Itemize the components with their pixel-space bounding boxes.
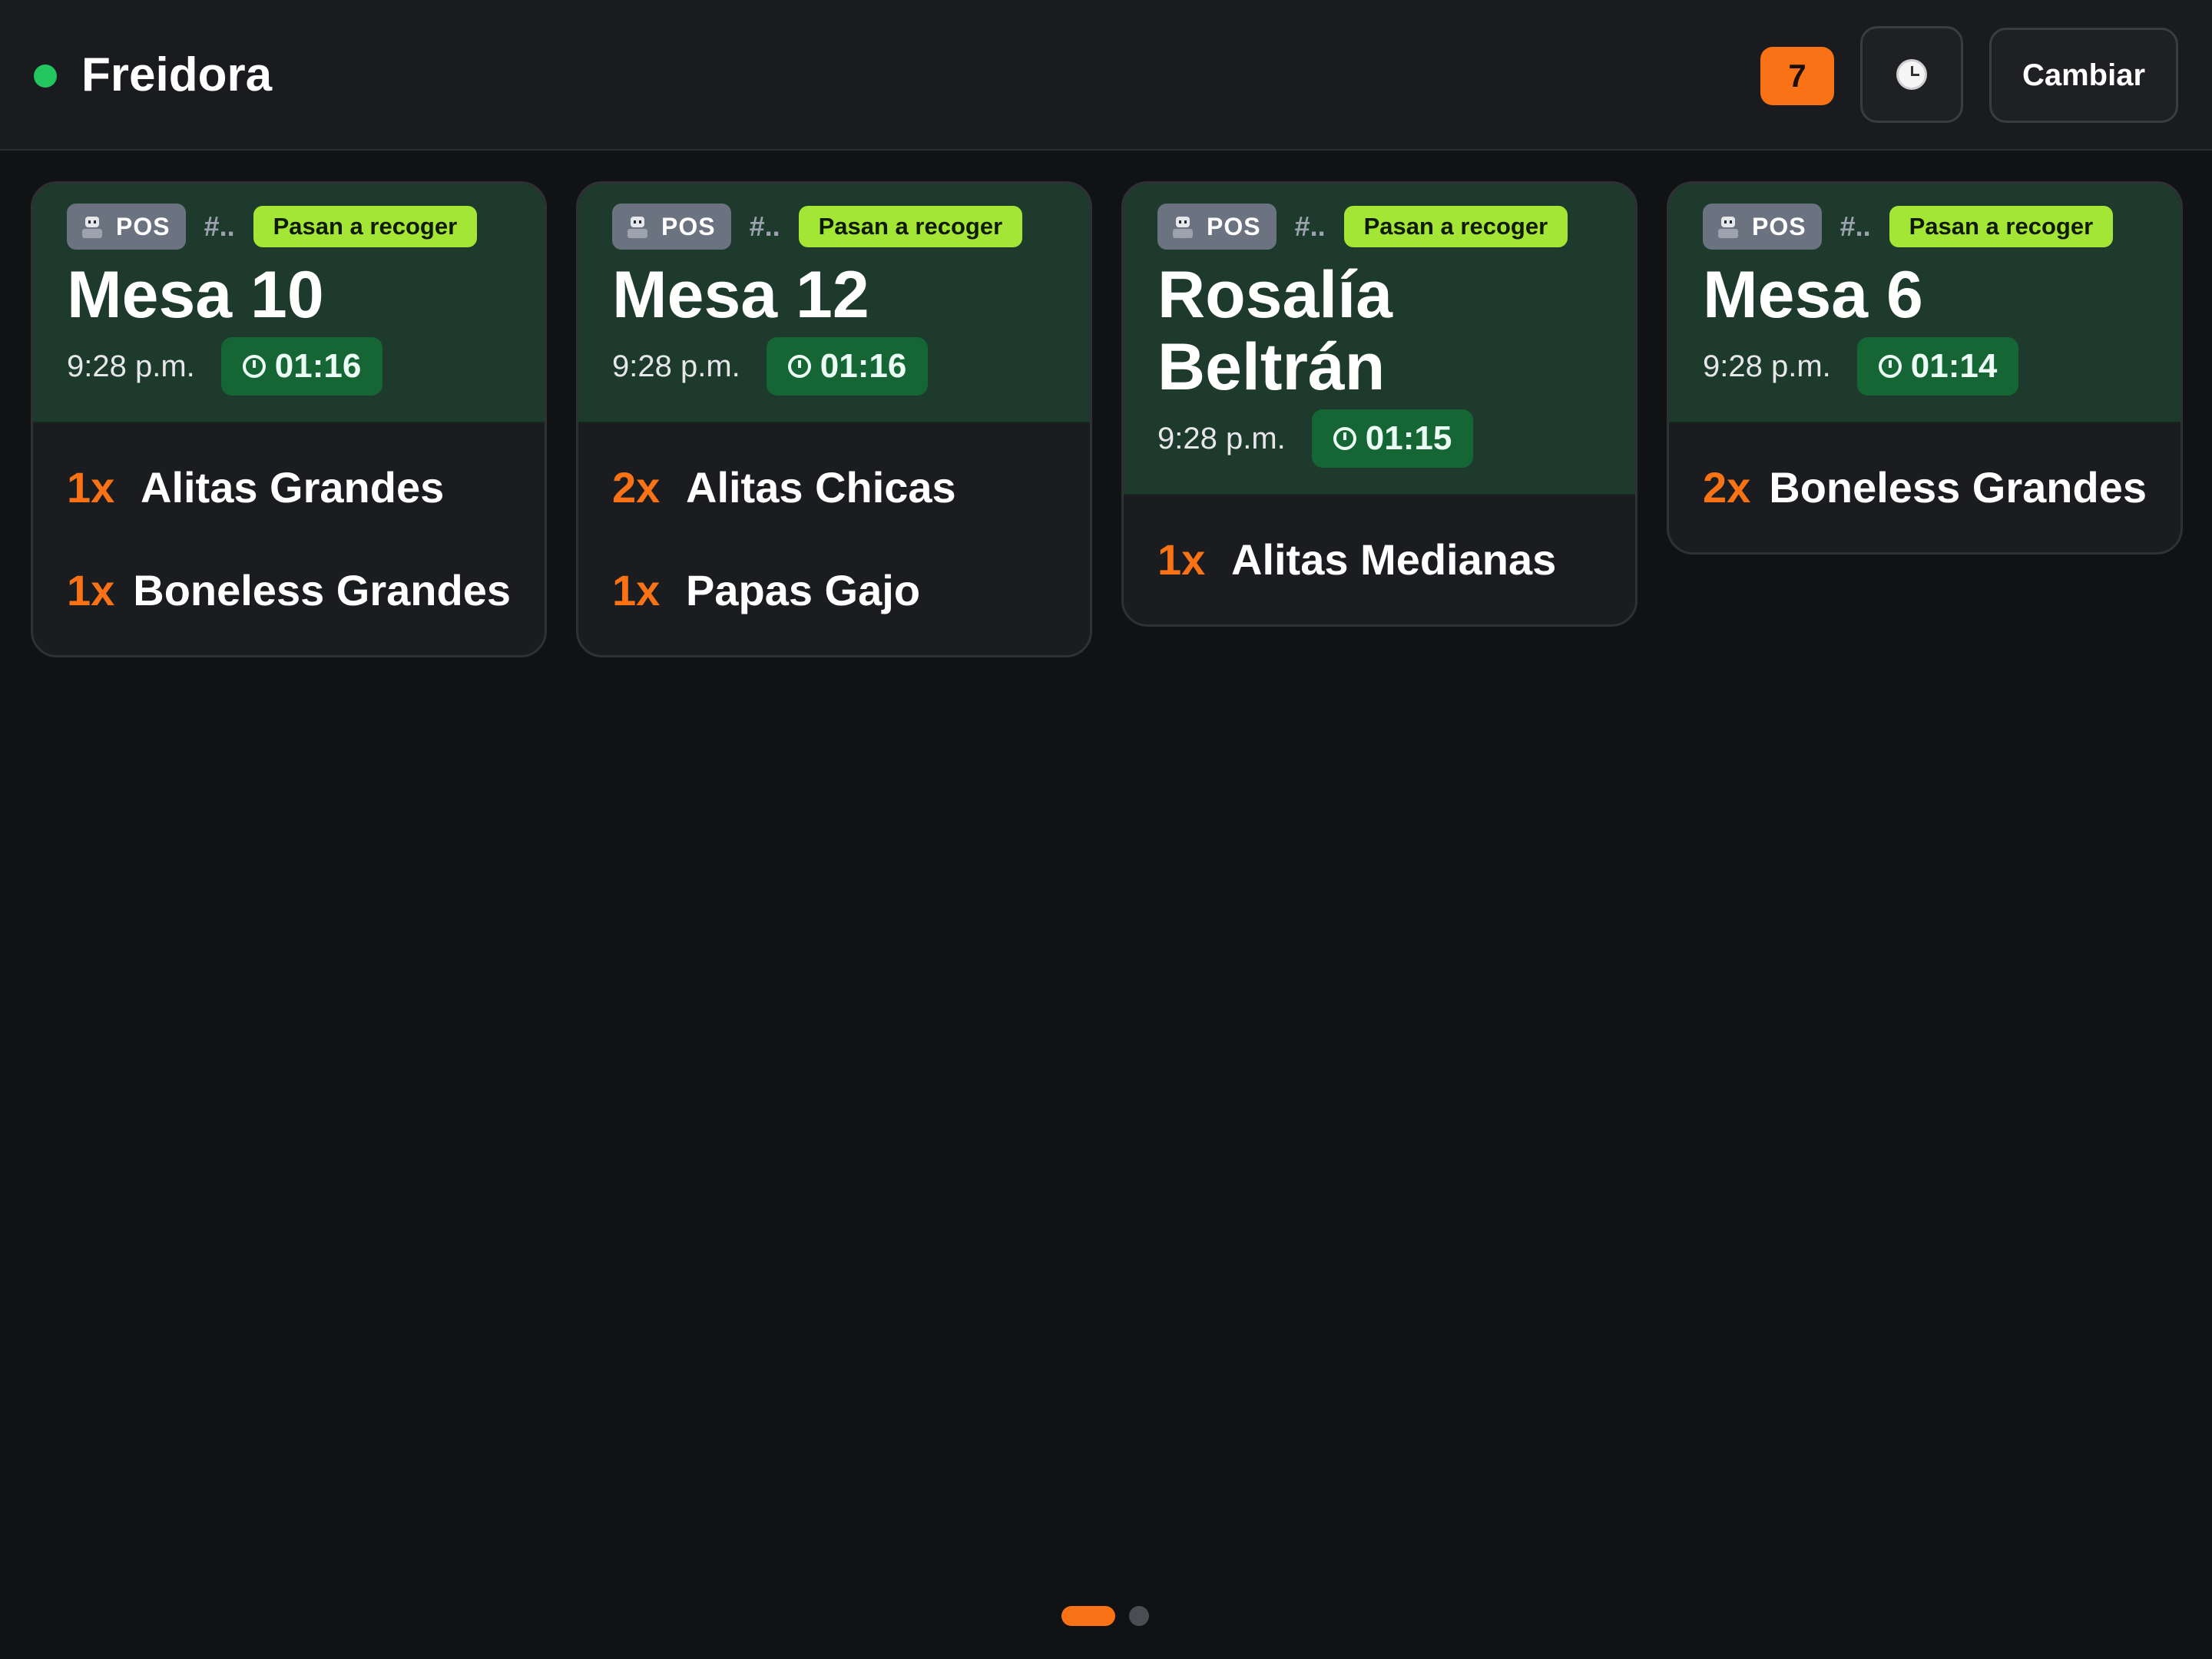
- order-number: #..: [749, 210, 780, 242]
- item-name: Alitas Grandes: [141, 462, 445, 512]
- pickup-status-tag: Pasan a recoger: [253, 206, 478, 247]
- change-station-button[interactable]: Cambiar: [1989, 28, 2178, 123]
- ticket-header: POS #.. Pasan a recoger Mesa 10 9:28 p.m…: [33, 184, 545, 423]
- online-status-dot: [34, 65, 57, 88]
- ticket-tags: POS #.. Pasan a recoger: [1703, 204, 2147, 250]
- source-tag: POS: [612, 204, 731, 250]
- item-name: Alitas Chicas: [686, 462, 956, 512]
- pending-count-badge: 7: [1760, 47, 1834, 105]
- ticket-tags: POS #.. Pasan a recoger: [1157, 204, 1601, 250]
- ticket-card[interactable]: POS #.. Pasan a recoger Mesa 12 9:28 p.m…: [576, 181, 1092, 657]
- elapsed-value: 01:14: [1910, 347, 1998, 385]
- ticket-card[interactable]: POS #.. Pasan a recoger Mesa 10 9:28 p.m…: [31, 181, 547, 657]
- timer-icon: [242, 355, 266, 378]
- order-number: #..: [204, 210, 235, 242]
- source-tag: POS: [1157, 204, 1277, 250]
- list-item[interactable]: 1x Papas Gajo: [612, 554, 1056, 626]
- robot-icon: [81, 215, 104, 238]
- list-item[interactable]: 1x Alitas Grandes: [67, 451, 511, 523]
- item-name: Alitas Medianas: [1231, 535, 1557, 584]
- source-label: POS: [661, 212, 716, 240]
- source-tag: POS: [67, 204, 186, 250]
- elapsed-timer: 01:16: [766, 337, 929, 396]
- elapsed-value: 01:16: [820, 347, 907, 385]
- source-label: POS: [1207, 212, 1261, 240]
- pickup-status-tag: Pasan a recoger: [798, 206, 1023, 247]
- ticket-items: 2x Alitas Chicas 1x Papas Gajo: [578, 423, 1090, 655]
- ticket-time-row: 9:28 p.m. 01:16: [612, 337, 1056, 396]
- item-quantity: 1x: [67, 462, 115, 512]
- station-title: Freidora: [81, 48, 273, 101]
- ticket-time-row: 9:28 p.m. 01:16: [67, 337, 511, 396]
- history-button[interactable]: [1860, 26, 1963, 123]
- item-quantity: 1x: [1157, 535, 1206, 584]
- item-quantity: 1x: [67, 565, 115, 614]
- order-number: #..: [1839, 210, 1871, 242]
- ticket-title: Rosalía Beltrán: [1157, 258, 1392, 404]
- page-indicator-2[interactable]: [1129, 1606, 1149, 1626]
- timer-icon: [787, 355, 811, 378]
- source-tag: POS: [1703, 204, 1822, 250]
- order-time: 9:28 p.m.: [67, 349, 195, 383]
- elapsed-timer: 01:15: [1311, 409, 1474, 468]
- ticket-tags: POS #.. Pasan a recoger: [612, 204, 1056, 250]
- ticket-card[interactable]: POS #.. Pasan a recoger Rosalía Beltrán …: [1121, 181, 1637, 627]
- ticket-tags: POS #.. Pasan a recoger: [67, 204, 511, 250]
- source-label: POS: [1752, 212, 1806, 240]
- order-time: 9:28 p.m.: [612, 349, 740, 383]
- ticket-header: POS #.. Pasan a recoger Mesa 6 9:28 p.m.…: [1669, 184, 2181, 423]
- ticket-time-row: 9:28 p.m. 01:15: [1157, 409, 1601, 468]
- item-name: Boneless Grandes: [133, 565, 511, 614]
- ticket-items: 2x Boneless Grandes: [1669, 423, 2181, 552]
- page-indicator-1[interactable]: [1061, 1606, 1115, 1626]
- ticket-time-row: 9:28 p.m. 01:14: [1703, 337, 2147, 396]
- item-quantity: 1x: [612, 565, 661, 614]
- ticket-header: POS #.. Pasan a recoger Rosalía Beltrán …: [1124, 184, 1635, 495]
- ticket-title: Mesa 6: [1703, 258, 1923, 332]
- elapsed-value: 01:16: [274, 347, 362, 385]
- elapsed-value: 01:15: [1365, 419, 1452, 457]
- ticket-title: Mesa 10: [67, 258, 324, 332]
- robot-icon: [1717, 215, 1740, 238]
- source-label: POS: [116, 212, 171, 240]
- item-quantity: 2x: [1703, 462, 1751, 512]
- ticket-card[interactable]: POS #.. Pasan a recoger Mesa 6 9:28 p.m.…: [1667, 181, 2183, 555]
- pickup-status-tag: Pasan a recoger: [1343, 206, 1568, 247]
- pickup-status-tag: Pasan a recoger: [1889, 206, 2114, 247]
- item-quantity: 2x: [612, 462, 661, 512]
- ticket-header: POS #.. Pasan a recoger Mesa 12 9:28 p.m…: [578, 184, 1090, 423]
- item-name: Boneless Grandes: [1769, 462, 2147, 512]
- elapsed-timer: 01:14: [1856, 337, 2019, 396]
- ticket-items: 1x Alitas Medianas: [1124, 495, 1635, 624]
- clock-icon: [1896, 59, 1927, 90]
- list-item[interactable]: 2x Alitas Chicas: [612, 451, 1056, 523]
- item-name: Papas Gajo: [686, 565, 921, 614]
- ticket-title: Mesa 12: [612, 258, 869, 332]
- timer-icon: [1878, 355, 1902, 378]
- order-number: #..: [1294, 210, 1326, 242]
- list-item[interactable]: 2x Boneless Grandes: [1703, 451, 2147, 523]
- ticket-items: 1x Alitas Grandes 1x Boneless Grandes: [33, 423, 545, 655]
- robot-icon: [1171, 215, 1194, 238]
- order-time: 9:28 p.m.: [1703, 349, 1831, 383]
- order-time: 9:28 p.m.: [1157, 421, 1286, 455]
- list-item[interactable]: 1x Alitas Medianas: [1157, 523, 1601, 595]
- robot-icon: [626, 215, 649, 238]
- top-bar: Freidora 7 Cambiar: [0, 0, 2212, 151]
- elapsed-timer: 01:16: [220, 337, 383, 396]
- timer-icon: [1333, 427, 1356, 450]
- list-item[interactable]: 1x Boneless Grandes: [67, 554, 511, 626]
